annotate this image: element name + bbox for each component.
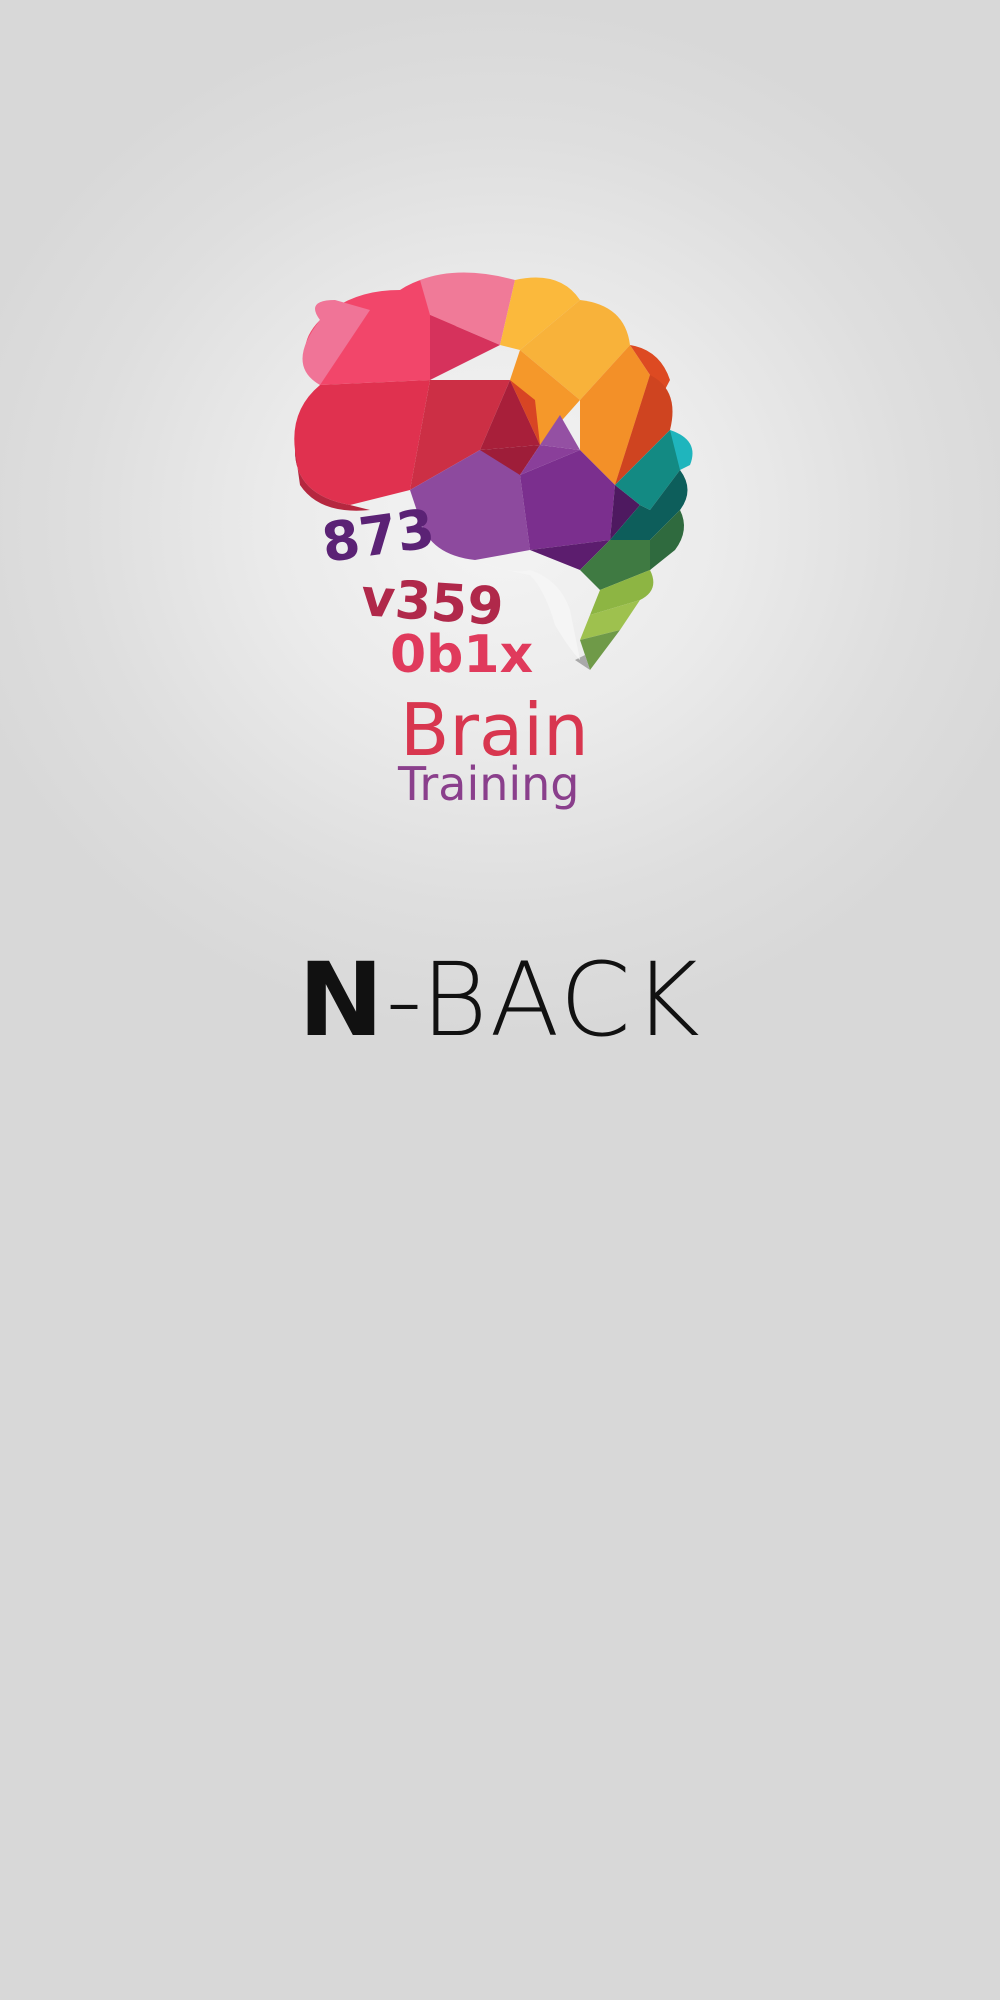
app-title: N-BACK [0,950,1000,1052]
brain-training-logo: 873 v359 0b1x Brain Training [280,270,720,830]
splash-screen: 873 v359 0b1x Brain Training N-BACK [0,0,1000,2000]
logo-digits-row3: 0b1x [390,625,533,685]
logo-wordmark-training: Training [397,757,580,811]
brain-icon: 873 v359 0b1x Brain Training [294,272,693,811]
app-title-rest: -BACK [385,941,702,1060]
app-title-bold: N [298,941,386,1060]
